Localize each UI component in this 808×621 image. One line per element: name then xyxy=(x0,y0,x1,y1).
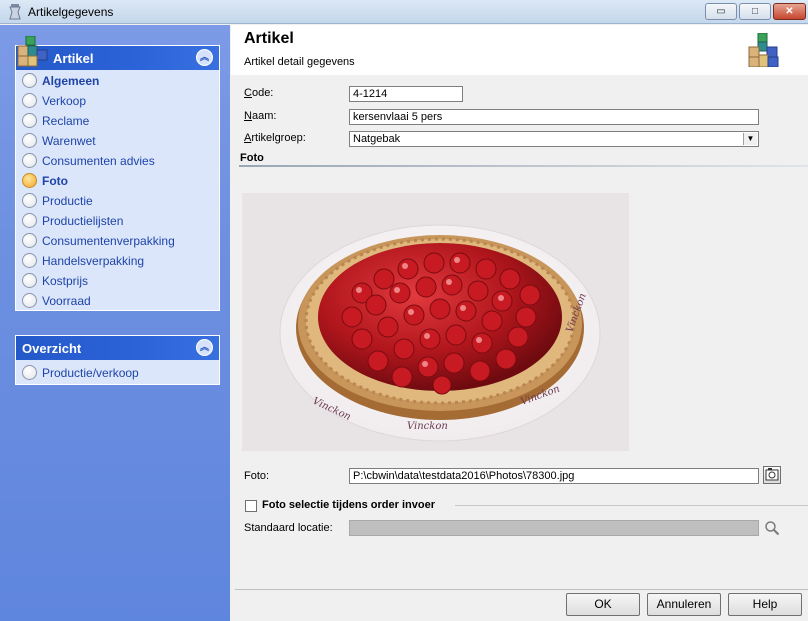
radio-bullet-icon xyxy=(22,293,37,308)
cherry-tart-image: Vinckon Vinckon Vinckon Vinckon xyxy=(242,193,629,451)
naam-field[interactable]: kersenvlaai 5 pers xyxy=(349,109,759,125)
artikelgroep-select[interactable]: Natgebak ▼ xyxy=(349,131,759,147)
radio-bullet-icon xyxy=(22,113,37,128)
standaard-locatie-field[interactable] xyxy=(349,520,759,536)
overzicht-panel-title: Overzicht xyxy=(22,341,82,356)
ok-button[interactable]: OK xyxy=(566,593,640,616)
artikel-boxes-icon xyxy=(748,33,779,67)
sidebar-item-productielijsten[interactable]: Productielijsten xyxy=(16,210,219,230)
search-icon[interactable] xyxy=(764,520,780,536)
overzicht-nav-list: Productie/verkoop xyxy=(16,360,219,384)
sidebar-item-foto[interactable]: Foto xyxy=(16,170,219,190)
sidebar-item-label: Productie/verkoop xyxy=(42,366,139,380)
chevron-up-icon[interactable]: ︽ xyxy=(196,49,213,66)
standaard-locatie-label: Standaard locatie: xyxy=(244,522,333,534)
close-button[interactable]: ✕ xyxy=(773,3,806,20)
sidebar-item-verkoop[interactable]: Verkoop xyxy=(16,90,219,110)
foto-path-label: Foto: xyxy=(244,470,270,482)
sidebar-item-algemeen[interactable]: Algemeen xyxy=(16,70,219,90)
sidebar-item-consumentenverpakking[interactable]: Consumentenverpakking xyxy=(16,230,219,250)
sidebar-item-label: Consumenten advies xyxy=(42,154,155,168)
radio-bullet-icon xyxy=(22,273,37,288)
radio-bullet-icon xyxy=(22,233,37,248)
app-icon xyxy=(9,4,21,20)
sidebar-item-kostprijs[interactable]: Kostprijs xyxy=(16,270,219,290)
annuleren-button[interactable]: Annuleren xyxy=(647,593,721,616)
window-title: Artikelgegevens xyxy=(28,5,114,19)
browse-photo-button[interactable] xyxy=(763,466,781,484)
help-button[interactable]: Help xyxy=(728,593,802,616)
page-subtitle: Artikel detail gegevens xyxy=(244,56,355,68)
sidebar-item-productie[interactable]: Productie xyxy=(16,190,219,210)
radio-bullet-icon xyxy=(22,213,37,228)
radio-bullet-icon xyxy=(22,365,37,380)
artikel-boxes-icon xyxy=(17,36,48,67)
code-label: Code: xyxy=(244,87,274,99)
sidebar-item-reclame[interactable]: Reclame xyxy=(16,110,219,130)
sidebar-item-consumenten-advies[interactable]: Consumenten advies xyxy=(16,150,219,170)
radio-bullet-icon xyxy=(22,253,37,268)
svg-text:Vinckon: Vinckon xyxy=(407,421,448,432)
sidebar-item-label: Verkoop xyxy=(42,94,87,108)
photo-browse-icon xyxy=(765,468,779,481)
foto-section-heading: Foto xyxy=(240,152,264,164)
title-bar: Artikelgegevens ▭ □ ✕ xyxy=(0,0,808,24)
maximize-button[interactable]: □ xyxy=(739,3,771,20)
footer-divider xyxy=(235,589,808,590)
foto-path-field[interactable]: P:\cbwin\data\testdata2016\Photos\78300.… xyxy=(349,468,759,484)
sidebar-item-label: Warenwet xyxy=(42,134,96,148)
code-field[interactable]: 4-1214 xyxy=(349,86,463,102)
sidebar-item-label: Algemeen xyxy=(42,74,100,88)
main-content: Artikel Artikel detail gegevens Code: 4-… xyxy=(231,25,808,621)
overzicht-panel: Overzicht ︽ Productie/verkoop xyxy=(15,335,220,385)
artikel-panel-title: Artikel xyxy=(53,51,94,66)
sidebar-item-label: Productielijsten xyxy=(42,214,124,228)
sidebar-item-warenwet[interactable]: Warenwet xyxy=(16,130,219,150)
naam-label: Naam: xyxy=(244,110,277,122)
dropdown-arrow-icon[interactable]: ▼ xyxy=(743,133,757,145)
sidebar-item-label: Reclame xyxy=(42,114,90,128)
foto-selectie-checkbox[interactable] xyxy=(245,500,257,512)
radio-bullet-icon xyxy=(22,193,37,208)
page-title: Artikel xyxy=(244,30,294,47)
artikel-panel-header[interactable]: Artikel ︽ xyxy=(16,36,219,70)
sidebar-item-label: Consumentenverpakking xyxy=(42,234,175,248)
artikel-nav-list: Algemeen Verkoop Reclame Warenwet Consumente… xyxy=(16,70,219,310)
checkbox-divider xyxy=(455,505,808,506)
sidebar-item-productie-verkoop[interactable]: Productie/verkoop xyxy=(16,362,219,382)
sidebar-item-label: Foto xyxy=(42,174,68,188)
minimize-button[interactable]: ▭ xyxy=(705,3,737,20)
chevron-up-icon[interactable]: ︽ xyxy=(196,339,213,356)
radio-bullet-icon xyxy=(22,73,37,88)
sidebar-item-label: Productie xyxy=(42,194,93,208)
artikel-panel: Artikel ︽ Algemeen Verkoop Reclame Warenwet… xyxy=(15,36,220,311)
radio-bullet-icon xyxy=(22,153,37,168)
radio-bullet-icon xyxy=(22,173,37,188)
sidebar-item-handelsverpakking[interactable]: Handelsverpakking xyxy=(16,250,219,270)
product-photo: Vinckon Vinckon Vinckon Vinckon xyxy=(242,193,629,451)
radio-bullet-icon xyxy=(22,93,37,108)
radio-bullet-icon xyxy=(22,133,37,148)
foto-selectie-label: Foto selectie tijdens order invoer xyxy=(262,499,435,511)
sidebar-item-voorraad[interactable]: Voorraad xyxy=(16,290,219,310)
sidebar-item-label: Handelsverpakking xyxy=(42,254,145,268)
artikelgroep-label: Artikelgroep: xyxy=(244,132,306,144)
overzicht-panel-header[interactable]: Overzicht ︽ xyxy=(16,336,219,360)
section-divider xyxy=(239,165,808,167)
sidebar-item-label: Voorraad xyxy=(42,294,91,308)
artikelgroep-value: Natgebak xyxy=(353,133,401,145)
sidebar-item-label: Kostprijs xyxy=(42,274,89,288)
header-band: Artikel Artikel detail gegevens xyxy=(231,25,808,75)
sidebar: Artikel ︽ Algemeen Verkoop Reclame Warenwet… xyxy=(0,25,230,621)
